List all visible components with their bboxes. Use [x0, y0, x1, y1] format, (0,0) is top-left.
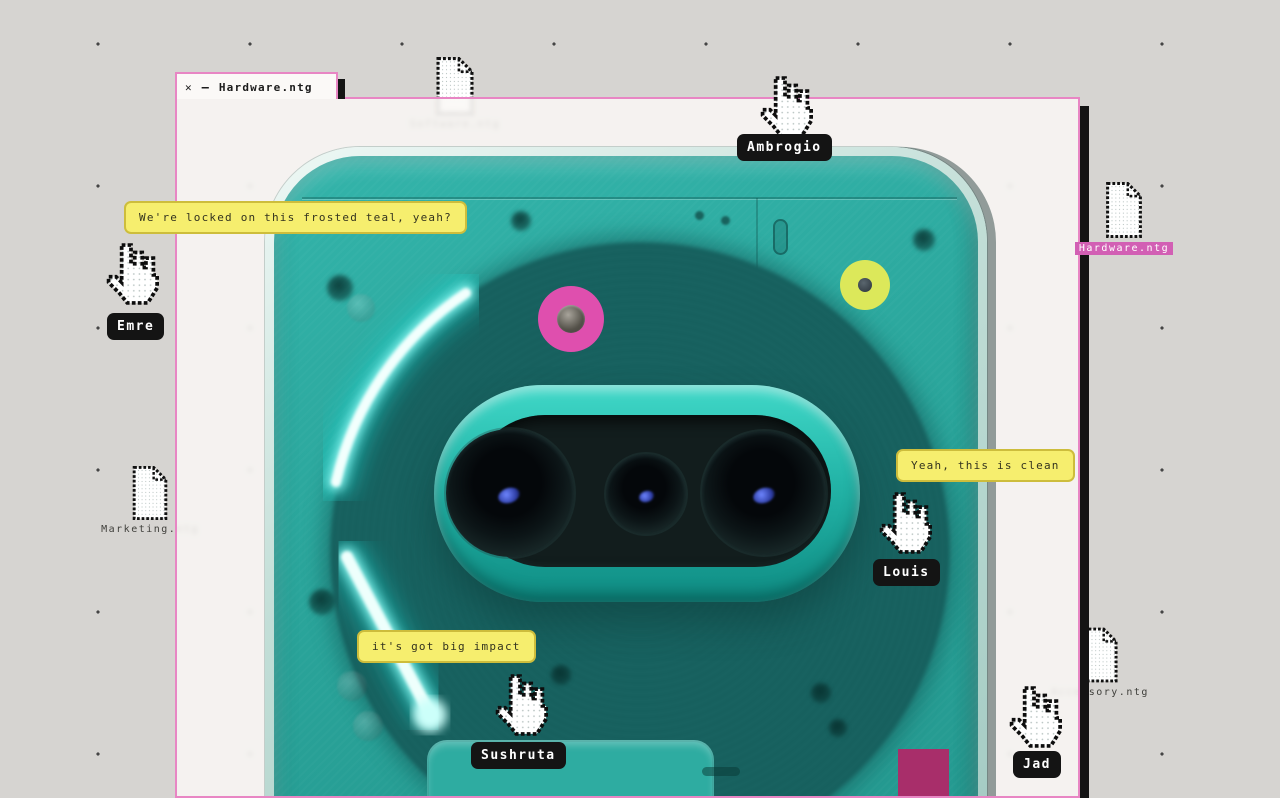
desktop-icon-hardware[interactable]: Hardware.ntg [1076, 181, 1172, 255]
cursor-sushruta [492, 674, 548, 736]
cursor-name-tag: Sushruta [471, 742, 566, 769]
hand-cursor-icon [757, 76, 813, 138]
hand-cursor-icon [103, 243, 159, 305]
window-titlebar[interactable]: ✕ — Hardware.ntg [175, 72, 338, 99]
chat-bubble: it's got big impact [357, 630, 536, 663]
hand-cursor-icon [1006, 686, 1062, 748]
chat-bubble: Yeah, this is clean [896, 449, 1075, 482]
document-icon [129, 465, 171, 521]
titlebar-shadow [338, 79, 345, 99]
document-icon [1079, 626, 1121, 684]
cursor-name-tag: Jad [1013, 751, 1061, 778]
cursor-name-tag: Emre [107, 313, 164, 340]
cursor-louis [876, 492, 932, 554]
cursor-name-tag: Ambrogio [737, 134, 832, 161]
cursor-emre [103, 243, 159, 305]
cursor-ambrogio [757, 76, 813, 138]
cursor-jad [1006, 686, 1062, 748]
hand-cursor-icon [876, 492, 932, 554]
desktop: Software.ntg Marketing.ntg Accessory.ntg [0, 0, 1280, 798]
hand-cursor-icon [492, 674, 548, 736]
close-icon[interactable]: ✕ [185, 81, 193, 94]
window-title: Hardware.ntg [219, 81, 313, 94]
document-icon [1102, 181, 1146, 239]
icon-label-selected: Hardware.ntg [1075, 242, 1173, 255]
minimize-icon[interactable]: — [202, 80, 210, 94]
chat-bubble: We're locked on this frosted teal, yeah? [124, 201, 467, 234]
cursor-name-tag: Louis [873, 559, 940, 586]
